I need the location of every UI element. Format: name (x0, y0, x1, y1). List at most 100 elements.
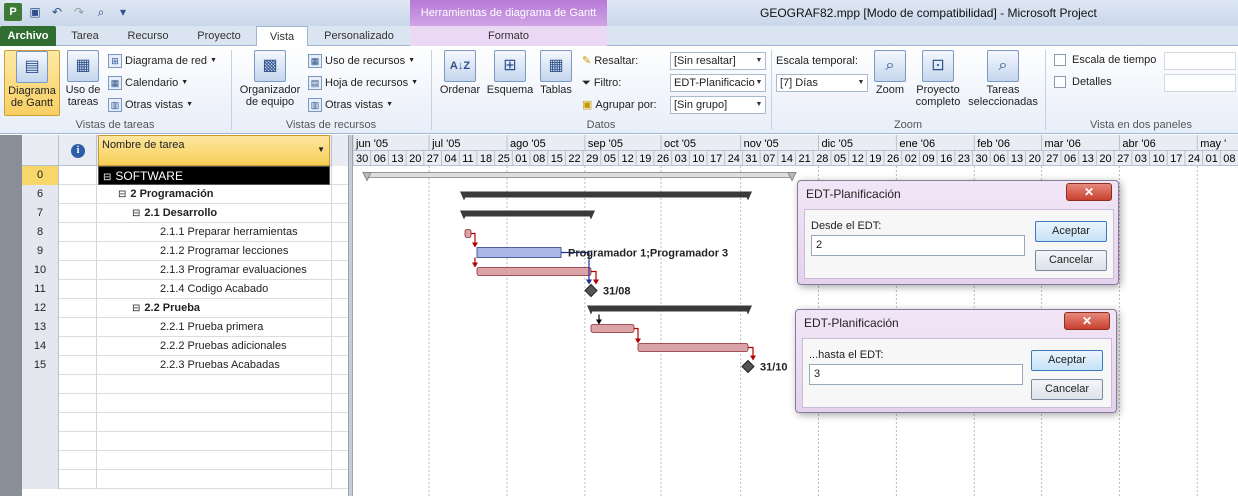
highlight-dropdown[interactable]: [Sin resaltar] ▼ (670, 52, 766, 70)
row-number[interactable] (22, 470, 59, 489)
row-number[interactable]: 10 (22, 261, 59, 280)
filter-dropdown[interactable]: EDT-Planificacio ▼ (670, 74, 766, 92)
details-view-dropdown[interactable] (1164, 74, 1236, 92)
task-name-cell[interactable] (98, 451, 330, 470)
row-number[interactable] (22, 375, 59, 394)
task-name-cell[interactable] (98, 413, 330, 432)
sort-button[interactable]: A↓Z Ordenar (436, 50, 484, 96)
gantt-chart-button[interactable]: ▤ Diagrama de Gantt (4, 50, 60, 116)
tab-view[interactable]: Vista (256, 26, 308, 47)
task-name-cell[interactable]: ⊟ 2.2 Prueba (98, 299, 330, 318)
table-row[interactable] (22, 470, 348, 489)
chevron-down-icon[interactable]: ▼ (753, 97, 765, 113)
task-name-cell[interactable] (98, 470, 330, 489)
timeline-view-dropdown[interactable] (1164, 52, 1236, 70)
table-row[interactable]: 14 2.2.2 Pruebas adicionales (22, 337, 348, 356)
collapse-icon[interactable]: ⊟ (132, 303, 140, 314)
ok-button[interactable]: Aceptar (1035, 221, 1107, 242)
chevron-down-icon[interactable]: ▼ (855, 75, 867, 91)
row-number[interactable]: 8 (22, 223, 59, 242)
collapse-icon[interactable]: ⊟ (118, 189, 126, 200)
checkbox-unchecked[interactable] (1054, 54, 1066, 66)
task-name-cell[interactable] (98, 394, 330, 413)
timeline-checkbox[interactable]: Escala de tiempo (1054, 54, 1156, 66)
indicators-header[interactable]: i (60, 135, 97, 166)
team-planner-button[interactable]: ▩ Organizador de equipo (236, 50, 304, 108)
row-number[interactable]: 14 (22, 337, 59, 356)
save-icon[interactable]: ▣ (26, 3, 44, 21)
row-number[interactable]: 6 (22, 185, 59, 204)
tables-button[interactable]: ▦ Tablas (536, 50, 576, 96)
from-edt-input[interactable]: 2 (811, 235, 1025, 256)
other-resource-views-button[interactable]: ▥ Otras vistas ▼ (308, 96, 393, 114)
table-row[interactable]: 11 2.1.4 Codigo Acabado (22, 280, 348, 299)
table-row[interactable]: 7 ⊟ 2.1 Desarrollo (22, 204, 348, 223)
undo-icon[interactable]: ↶ (48, 3, 66, 21)
task-name-cell[interactable]: 2.1.1 Preparar herramientas (98, 223, 330, 242)
task-name-cell[interactable]: 2.2.1 Prueba primera (98, 318, 330, 337)
table-row[interactable] (22, 432, 348, 451)
task-usage-button[interactable]: ▦ Uso de tareas (62, 50, 104, 108)
task-name-cell[interactable]: 2.1.2 Programar lecciones (98, 242, 330, 261)
checkbox-unchecked[interactable] (1054, 76, 1066, 88)
row-number[interactable] (22, 432, 59, 451)
table-row[interactable]: 6 ⊟ 2 Programación (22, 185, 348, 204)
task-name-cell[interactable]: 2.1.4 Codigo Acabado (98, 280, 330, 299)
row-number[interactable]: 12 (22, 299, 59, 318)
row-number[interactable] (22, 413, 59, 432)
details-checkbox[interactable]: Detalles (1054, 76, 1112, 88)
zoom-button[interactable]: ⌕ Zoom (872, 50, 908, 96)
other-task-views-button[interactable]: ▥ Otras vistas ▼ (108, 96, 193, 114)
close-icon[interactable]: ✕ (1066, 183, 1112, 201)
task-name-header[interactable]: Nombre de tarea ▼ (98, 135, 330, 166)
table-row[interactable]: 0 ⊟ SOFTWARE (22, 166, 348, 185)
row-number[interactable] (22, 451, 59, 470)
task-name-cell[interactable]: 2.2.3 Pruebas Acabadas (98, 356, 330, 375)
tab-custom[interactable]: Personalizado (312, 26, 406, 46)
task-name-cell[interactable]: ⊟ 2.1 Desarrollo (98, 204, 330, 223)
table-row[interactable] (22, 394, 348, 413)
tab-task[interactable]: Tarea (60, 26, 110, 46)
project-app-icon[interactable]: P (4, 3, 22, 21)
collapse-icon[interactable]: ⊟ (132, 208, 140, 219)
tab-project[interactable]: Proyecto (186, 26, 252, 46)
cancel-button[interactable]: Cancelar (1031, 379, 1103, 400)
resource-usage-button[interactable]: ▦ Uso de recursos ▼ (308, 52, 415, 70)
close-icon[interactable]: ✕ (1064, 312, 1110, 330)
table-row[interactable]: 13 2.2.1 Prueba primera (22, 318, 348, 337)
cancel-button[interactable]: Cancelar (1035, 250, 1107, 271)
table-row[interactable]: 9 2.1.2 Programar lecciones (22, 242, 348, 261)
to-edt-input[interactable]: 3 (809, 364, 1023, 385)
row-number[interactable]: 7 (22, 204, 59, 223)
collapse-icon[interactable]: ⊟ (103, 172, 111, 183)
timescale-dropdown[interactable]: [7] Días ▼ (776, 74, 868, 92)
chevron-down-icon[interactable]: ▼ (753, 53, 765, 69)
select-all-corner[interactable] (22, 135, 59, 166)
table-row[interactable] (22, 451, 348, 470)
table-row[interactable]: 8 2.1.1 Preparar herramientas (22, 223, 348, 242)
table-row[interactable] (22, 375, 348, 394)
tab-format[interactable]: Formato (410, 26, 607, 46)
outline-button[interactable]: ⊞ Esquema (486, 50, 534, 96)
task-name-cell[interactable]: 2.2.2 Pruebas adicionales (98, 337, 330, 356)
task-name-cell[interactable] (98, 432, 330, 451)
customize-toolbar-icon[interactable]: ▾ (114, 3, 132, 21)
chevron-down-icon[interactable]: ▼ (753, 75, 765, 91)
tab-file[interactable]: Archivo (0, 26, 56, 46)
add-column-header[interactable] (331, 135, 348, 166)
row-number[interactable] (22, 394, 59, 413)
task-name-cell[interactable]: ⊟ SOFTWARE (98, 166, 330, 185)
table-row[interactable] (22, 413, 348, 432)
print-preview-icon[interactable]: ⌕ (92, 3, 110, 21)
entire-project-button[interactable]: ⊡ Proyecto completo (912, 50, 964, 108)
chevron-down-icon[interactable]: ▼ (317, 145, 325, 154)
calendar-button[interactable]: ▦ Calendario ▼ (108, 74, 188, 92)
table-row[interactable]: 12 ⊟ 2.2 Prueba (22, 299, 348, 318)
tab-resource[interactable]: Recurso (118, 26, 178, 46)
row-number[interactable]: 9 (22, 242, 59, 261)
task-name-cell[interactable]: 2.1.3 Programar evaluaciones (98, 261, 330, 280)
row-number[interactable]: 0 (22, 166, 59, 185)
group-by-dropdown[interactable]: [Sin grupo] ▼ (670, 96, 766, 114)
task-name-cell[interactable]: ⊟ 2 Programación (98, 185, 330, 204)
row-number[interactable]: 13 (22, 318, 59, 337)
